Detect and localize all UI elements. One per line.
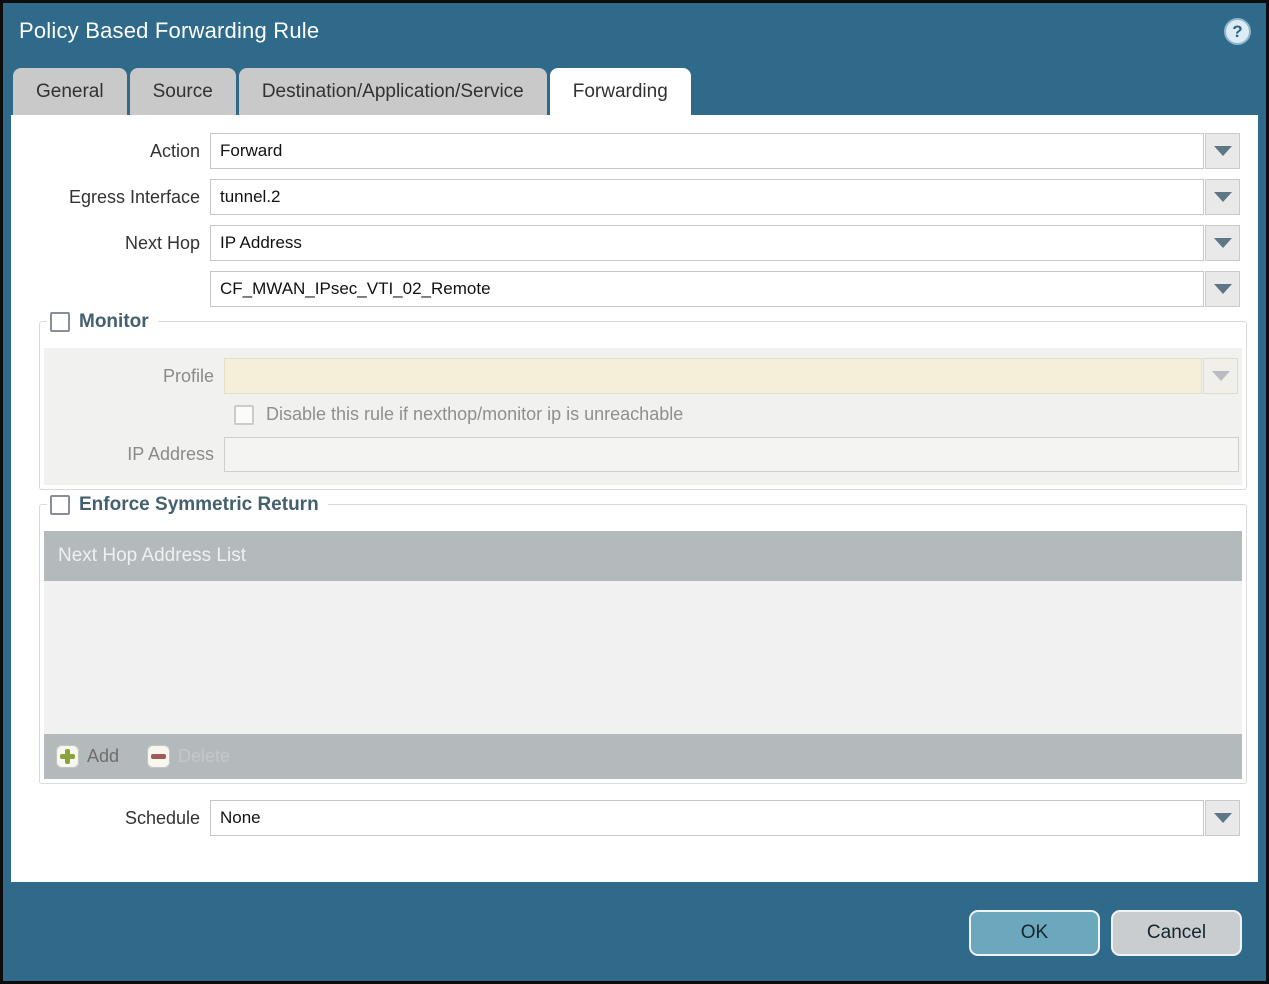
egress-interface-label: Egress Interface xyxy=(68,186,200,207)
add-button-label: Add xyxy=(87,746,120,766)
next-hop-type-input[interactable] xyxy=(210,225,1204,261)
monitor-title: Monitor xyxy=(79,311,149,332)
schedule-input[interactable] xyxy=(210,800,1204,836)
next-hop-address-dropdown-button[interactable] xyxy=(1205,271,1240,307)
tab-bar: General Source Destination/Application/S… xyxy=(13,68,1266,115)
action-input[interactable] xyxy=(210,133,1204,169)
ok-button[interactable]: OK xyxy=(969,910,1100,956)
next-hop-label: Next Hop xyxy=(124,232,200,253)
next-hop-address-combo xyxy=(210,271,1240,307)
tab-source[interactable]: Source xyxy=(129,68,236,115)
tab-general[interactable]: General xyxy=(13,68,127,115)
disable-rule-row: Disable this rule if nexthop/monitor ip … xyxy=(234,404,1242,425)
monitor-panel: Profile Disable this rule if nexthop/mon… xyxy=(44,348,1242,485)
monitor-ip-label: IP Address xyxy=(127,444,214,464)
symmetric-return-group: Enforce Symmetric Return Next Hop Addres… xyxy=(39,492,1247,784)
table-header-next-hop-address-list: Next Hop Address List xyxy=(44,531,1242,581)
disable-rule-label: Disable this rule if nexthop/monitor ip … xyxy=(266,404,684,424)
next-hop-row: Next Hop xyxy=(11,225,1258,261)
policy-based-forwarding-dialog: Policy Based Forwarding Rule ? General S… xyxy=(0,0,1269,984)
delete-minus-icon xyxy=(147,745,171,768)
dialog-footer: OK Cancel xyxy=(3,885,1266,981)
next-hop-address-row xyxy=(11,271,1258,307)
tab-destination-application-service[interactable]: Destination/Application/Service xyxy=(238,68,547,115)
monitor-group: Monitor Profile Disable this rule if nex… xyxy=(39,309,1247,490)
schedule-dropdown-button[interactable] xyxy=(1205,800,1240,836)
monitor-legend: Monitor xyxy=(47,309,158,335)
action-combo xyxy=(210,133,1240,169)
profile-field-disabled xyxy=(224,358,1202,394)
chevron-down-icon xyxy=(1211,371,1230,381)
symmetric-return-title: Enforce Symmetric Return xyxy=(79,494,319,515)
egress-interface-input[interactable] xyxy=(210,179,1204,215)
forwarding-tab-panel: Action Egress Interface Next Hop xyxy=(11,115,1258,882)
table-toolbar: Add Delete xyxy=(44,734,1242,779)
disable-rule-checkbox-disabled xyxy=(234,404,254,425)
profile-label: Profile xyxy=(162,365,214,386)
next-hop-address-list-table: Next Hop Address List Add Delete xyxy=(44,531,1242,779)
symmetric-return-checkbox[interactable] xyxy=(50,495,70,515)
monitor-ip-row: IP Address xyxy=(44,437,1242,472)
next-hop-dropdown-button[interactable] xyxy=(1205,225,1240,261)
action-label: Action xyxy=(149,140,200,161)
profile-dropdown-button-disabled xyxy=(1203,358,1238,394)
add-plus-icon xyxy=(56,745,79,768)
next-hop-address-input[interactable] xyxy=(210,271,1204,307)
monitor-ip-input-disabled xyxy=(224,437,1239,472)
table-body-empty[interactable] xyxy=(44,581,1242,734)
symmetric-return-legend: Enforce Symmetric Return xyxy=(47,492,328,518)
chevron-down-icon xyxy=(1213,192,1232,202)
delete-button-disabled: Delete xyxy=(147,745,230,768)
add-button[interactable]: Add xyxy=(56,745,119,768)
chevron-down-icon xyxy=(1213,238,1232,248)
action-row: Action xyxy=(11,133,1258,169)
egress-interface-dropdown-button[interactable] xyxy=(1205,179,1240,215)
next-hop-combo xyxy=(210,225,1240,261)
profile-combo xyxy=(224,358,1238,394)
schedule-row: Schedule xyxy=(11,800,1258,836)
chevron-down-icon xyxy=(1213,284,1232,294)
monitor-checkbox[interactable] xyxy=(50,312,70,332)
help-icon[interactable]: ? xyxy=(1224,18,1251,45)
dialog-titlebar: Policy Based Forwarding Rule ? xyxy=(3,3,1266,68)
cancel-button[interactable]: Cancel xyxy=(1111,910,1242,956)
action-dropdown-button[interactable] xyxy=(1205,133,1240,169)
chevron-down-icon xyxy=(1213,813,1232,823)
schedule-label: Schedule xyxy=(124,807,200,828)
dialog-title: Policy Based Forwarding Rule xyxy=(19,18,320,43)
delete-button-label: Delete xyxy=(178,746,231,766)
tab-forwarding[interactable]: Forwarding xyxy=(549,68,691,115)
egress-interface-combo xyxy=(210,179,1240,215)
profile-row: Profile xyxy=(44,358,1242,394)
chevron-down-icon xyxy=(1213,146,1232,156)
schedule-combo xyxy=(210,800,1240,836)
egress-interface-row: Egress Interface xyxy=(11,179,1258,215)
